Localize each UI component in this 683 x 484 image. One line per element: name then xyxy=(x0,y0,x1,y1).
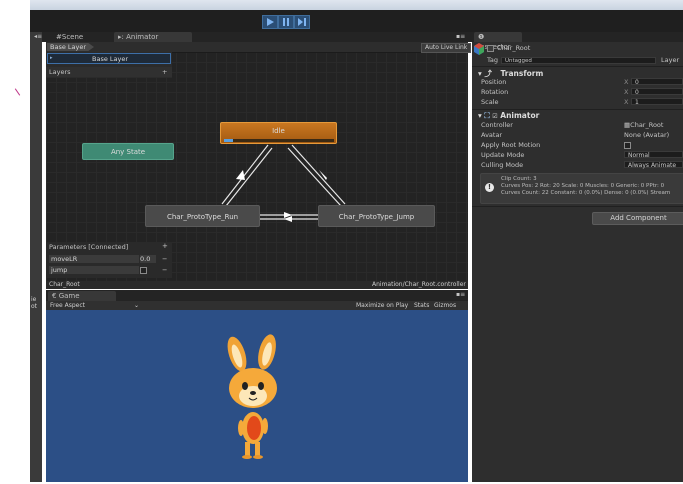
gizmos-dropdown[interactable]: Gizmos xyxy=(434,301,456,310)
info-line: Clip Count: 3 xyxy=(501,176,537,182)
tag-label: Tag xyxy=(487,56,499,64)
animator-icon: ⛶ xyxy=(484,111,490,120)
state-progress-track xyxy=(224,139,334,142)
animator-footer: Char_Root Animation/Char_Root.controller xyxy=(46,281,468,289)
layer-item[interactable]: ▸ Base Layer xyxy=(47,53,171,64)
update-mode-label: Update Mode xyxy=(481,151,525,159)
rotation-label: Rotation xyxy=(481,88,509,96)
update-mode-dropdown[interactable]: Normal xyxy=(624,151,683,159)
auto-live-link-button[interactable]: Auto Live Link xyxy=(421,43,472,53)
tab-menu-icon[interactable]: ▪≡ xyxy=(456,33,465,40)
controller-path: Animation/Char_Root.controller xyxy=(372,281,466,288)
info-icon: ❶ xyxy=(478,33,485,41)
layer-name: Base Layer xyxy=(92,55,129,63)
toolbar xyxy=(30,10,683,32)
remove-parameter-button[interactable]: − xyxy=(162,266,167,274)
game-tab-row: € Game ▪≡ xyxy=(46,290,468,301)
aspect-dropdown[interactable]: Free Aspect xyxy=(50,302,85,309)
layer-label: Layer xyxy=(661,56,680,64)
tab-row: ◂≡ #Scene ▸: Animator ▪≡ xyxy=(34,32,472,42)
controller-label: Controller xyxy=(481,121,513,129)
tab-inspector[interactable]: ❶ Inspector xyxy=(474,32,522,51)
axis-label: X xyxy=(624,78,629,86)
avatar-label: Avatar xyxy=(481,131,503,139)
active-checkbox[interactable] xyxy=(487,45,494,52)
pause-button[interactable] xyxy=(278,15,294,29)
left-margin xyxy=(0,0,30,482)
culling-mode-label: Culling Mode xyxy=(481,161,524,169)
play-icon xyxy=(267,18,274,26)
divider xyxy=(472,206,683,207)
state-any-state[interactable]: Any State xyxy=(82,143,174,160)
tab-game[interactable]: € Game xyxy=(48,291,116,301)
add-parameter-button[interactable]: + xyxy=(162,242,168,250)
tab-animator[interactable]: ▸: Animator xyxy=(114,32,192,42)
divider xyxy=(472,109,683,110)
stats-toggle[interactable]: Stats xyxy=(414,301,429,310)
tag-dropdown[interactable]: Untagged xyxy=(501,57,656,64)
remove-parameter-button[interactable]: − xyxy=(162,255,167,263)
state-idle[interactable]: Idle xyxy=(220,122,337,144)
param-name[interactable]: jump xyxy=(49,266,139,274)
state-run[interactable]: Char_ProtoType_Run xyxy=(145,205,260,227)
step-button[interactable] xyxy=(294,15,310,29)
axis-label: X xyxy=(624,88,629,96)
avatar-field[interactable]: None (Avatar) xyxy=(624,131,669,139)
left-panel-label: ie ot xyxy=(31,296,37,310)
scale-label: Scale xyxy=(481,98,499,106)
add-layer-button[interactable]: + xyxy=(162,67,167,77)
game-menu-icon[interactable]: ▪≡ xyxy=(456,291,465,298)
kangaroo-character xyxy=(227,334,277,459)
left-label-line: ot xyxy=(31,303,38,310)
game-viewport[interactable] xyxy=(46,310,468,482)
gameobject-icon xyxy=(474,43,484,55)
object-name-field[interactable]: Char_Root xyxy=(497,44,530,52)
parameters-panel: Parameters [Connected] + moveLR 0.0 − ju… xyxy=(46,242,172,278)
chevron-down-icon[interactable]: ⌄ xyxy=(134,301,139,310)
info-line: Curves Pos: 2 Rot: 20 Scale: 0 Muscles: … xyxy=(501,183,665,189)
divider xyxy=(472,66,683,67)
state-progress-fill xyxy=(224,139,233,142)
game-toolbar: Free Aspect ⌄ Maximize on Play Stats Giz… xyxy=(46,301,468,310)
pause-icon xyxy=(283,18,289,26)
inspector-tab-row: ❶ Inspector xyxy=(472,32,683,51)
state-jump[interactable]: Char_ProtoType_Jump xyxy=(318,205,435,227)
layers-footer: Layers + xyxy=(46,67,172,77)
animator-icon: ▸: xyxy=(118,33,127,41)
rotation-x-field[interactable]: 0 xyxy=(631,88,683,96)
param-name[interactable]: moveLR xyxy=(49,255,139,263)
left-label-line: ie xyxy=(31,296,37,303)
expand-icon: ▸ xyxy=(50,55,53,61)
play-button[interactable] xyxy=(262,15,278,29)
maximize-on-play-toggle[interactable]: Maximize on Play xyxy=(356,301,408,310)
param-value[interactable]: 0.0 xyxy=(140,255,156,263)
info-line: Curves Count: 22 Constant: 0 (0.0%) Dens… xyxy=(501,190,671,196)
selected-object-label: Char_Root xyxy=(49,281,80,288)
position-label: Position xyxy=(481,78,507,86)
step-icon xyxy=(298,18,306,26)
root-motion-checkbox[interactable] xyxy=(624,142,631,149)
panel-menu-icon[interactable]: ◂≡ xyxy=(34,33,42,40)
animator-foldout[interactable]: ▾ ⛶ ☑ Animator xyxy=(478,111,539,121)
param-bool-checkbox[interactable] xyxy=(140,267,147,274)
window-top-strip xyxy=(30,0,683,10)
layers-label: Layers xyxy=(49,68,71,76)
breadcrumb[interactable]: Base Layer xyxy=(47,43,95,51)
scale-x-field[interactable]: 1 xyxy=(631,98,683,106)
axis-label: X xyxy=(624,98,629,106)
left-panel-strip xyxy=(30,32,42,482)
culling-mode-dropdown[interactable]: Always Animate xyxy=(624,161,683,169)
position-x-field[interactable]: 0 xyxy=(631,78,683,86)
controller-field[interactable]: ▦Char_Root xyxy=(624,121,663,129)
game-icon: € xyxy=(52,292,59,300)
parameters-title: Parameters [Connected] xyxy=(49,243,129,251)
add-component-button[interactable]: Add Component xyxy=(592,212,683,225)
root-motion-label: Apply Root Motion xyxy=(481,141,541,149)
tab-scene[interactable]: #Scene xyxy=(52,32,87,42)
animator-info-box: ! Clip Count: 3 Curves Pos: 2 Rot: 20 Sc… xyxy=(480,173,683,204)
info-icon: ! xyxy=(485,183,494,192)
